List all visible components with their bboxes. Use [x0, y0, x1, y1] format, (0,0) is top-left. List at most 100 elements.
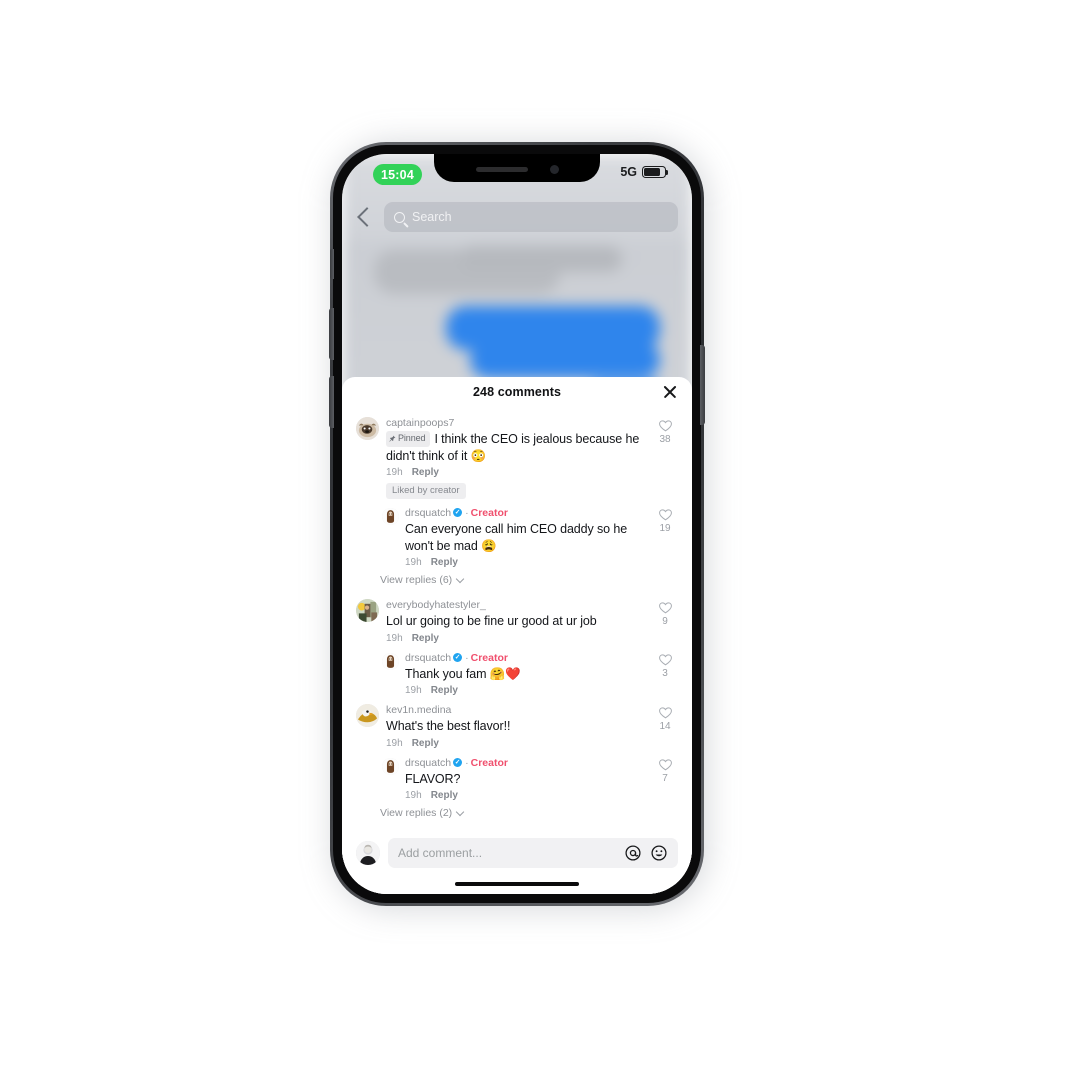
avatar[interactable] [356, 599, 379, 622]
separator-dot: · [465, 756, 469, 769]
comment-username[interactable]: drsquatch ·Creator [405, 651, 648, 666]
like-count: 9 [662, 616, 668, 627]
status-time-recording-pill: 15:04 [373, 164, 422, 185]
heart-icon[interactable] [658, 507, 673, 522]
avatar[interactable] [382, 757, 399, 775]
comments-header: 248 comments [342, 377, 692, 407]
comment-input-placeholder: Add comment... [398, 846, 483, 860]
reply-button[interactable]: Reply [431, 685, 458, 696]
comments-count-title: 248 comments [472, 385, 562, 399]
comment-text: Can everyone call him CEO daddy so he wo… [405, 522, 628, 553]
phone-frame: Search 15:04 5G 248 comments captainpoop… [329, 142, 705, 906]
creator-label: Creator [470, 651, 508, 664]
phone-screen: Search 15:04 5G 248 comments captainpoop… [342, 154, 692, 894]
like-control[interactable]: 9 [652, 600, 678, 627]
separator-dot: · [465, 507, 469, 519]
heart-icon[interactable] [658, 418, 673, 433]
username-text: drsquatch [405, 507, 452, 519]
comment-time: 19h [405, 557, 422, 568]
comment-username[interactable]: everybodyhatestyler_ [386, 598, 648, 613]
avatar[interactable] [356, 417, 379, 440]
reply-button[interactable]: Reply [431, 557, 458, 568]
creator-label: Creator [470, 756, 508, 769]
comment-body: everybodyhatestyler_ Lol ur going to be … [386, 598, 678, 644]
like-control[interactable]: 19 [652, 507, 678, 534]
creator-label: Creator [470, 507, 508, 519]
search-icon [394, 211, 405, 223]
reply-button[interactable]: Reply [412, 738, 439, 749]
comment-text: FLAVOR? [405, 771, 461, 786]
pinned-label: Pinned [398, 433, 426, 443]
volume-up-button[interactable] [329, 308, 334, 360]
verified-badge-icon [453, 508, 463, 517]
comment-item[interactable]: captainpoops7 Pinned I think the CEO is j… [342, 411, 692, 501]
like-count: 7 [662, 772, 668, 784]
heart-icon[interactable] [658, 757, 673, 772]
comment-username[interactable]: captainpoops7 [386, 416, 648, 431]
search-placeholder: Search [412, 210, 452, 224]
background-message-bubble [460, 246, 622, 272]
comments-list[interactable]: captainpoops7 Pinned I think the CEO is j… [342, 407, 692, 830]
comment-username[interactable]: kev1n.medina [386, 703, 648, 718]
like-control[interactable]: 38 [652, 418, 678, 445]
view-replies-button[interactable]: View replies (2) [342, 803, 692, 826]
comment-item[interactable]: everybodyhatestyler_ Lol ur going to be … [342, 593, 692, 646]
liked-by-creator-badge: Liked by creator [386, 483, 466, 499]
comment-reply-item[interactable]: drsquatch ·Creator FLAVOR? 19h Reply [342, 751, 692, 804]
comment-reply-item[interactable]: drsquatch ·Creator Thank you fam 🤗❤️ 19h R… [342, 646, 692, 699]
like-control[interactable]: 7 [652, 757, 678, 784]
comment-time: 19h [405, 685, 422, 696]
close-icon[interactable] [662, 384, 678, 400]
back-chevron-icon[interactable] [357, 207, 377, 227]
comment-body: captainpoops7 Pinned I think the CEO is j… [386, 416, 678, 499]
emoji-smiley-icon[interactable] [650, 844, 668, 862]
power-button[interactable] [700, 345, 705, 425]
comment-time: 19h [386, 632, 403, 644]
comment-body: drsquatch ·Creator Can everyone call him … [405, 506, 678, 568]
username-text: drsquatch [405, 756, 452, 769]
search-input[interactable]: Search [384, 202, 678, 232]
heart-icon[interactable] [658, 600, 673, 615]
comment-username[interactable]: drsquatch ·Creator [405, 506, 648, 521]
earpiece-speaker [475, 166, 528, 172]
like-control[interactable]: 3 [652, 652, 678, 679]
at-mention-icon[interactable] [624, 844, 642, 862]
comment-body: drsquatch ·Creator Thank you fam 🤗❤️ 19h R… [405, 651, 678, 697]
reply-button[interactable]: Reply [412, 467, 439, 478]
view-replies-button[interactable]: View replies (6) [342, 570, 692, 593]
comment-time: 19h [405, 790, 422, 801]
volume-down-button[interactable] [329, 376, 334, 428]
avatar[interactable] [382, 652, 399, 670]
comment-meta: 19h Reply [405, 557, 648, 568]
phone-notch [434, 154, 600, 182]
comment-text: Pinned I think the CEO is jealous because… [386, 431, 648, 464]
comment-item[interactable]: kev1n.medina What's the best flavor!! 19… [342, 698, 692, 751]
pin-icon [389, 433, 396, 446]
background-search-row: Search [342, 200, 692, 234]
reply-button[interactable]: Reply [412, 633, 439, 644]
screenshot-canvas: Search 15:04 5G 248 comments captainpoop… [0, 0, 1080, 1080]
like-control[interactable]: 14 [652, 705, 678, 732]
reply-button[interactable]: Reply [431, 790, 458, 801]
like-count: 38 [659, 434, 671, 445]
heart-icon[interactable] [658, 705, 673, 720]
username-text: drsquatch [405, 651, 452, 664]
avatar[interactable] [356, 841, 380, 865]
battery-icon [642, 166, 669, 178]
front-camera-icon [549, 164, 559, 174]
heart-icon[interactable] [658, 652, 673, 667]
avatar[interactable] [356, 704, 379, 727]
like-count: 14 [659, 721, 671, 732]
chevron-down-icon [455, 574, 465, 583]
silent-switch-button[interactable] [330, 249, 334, 279]
comment-meta: 19h Reply [405, 685, 648, 696]
comment-time: 19h [386, 467, 403, 478]
view-replies-label: View replies (2) [380, 807, 453, 819]
comment-meta: 19h Reply [386, 738, 648, 749]
comment-input[interactable]: Add comment... [388, 838, 678, 868]
home-indicator [342, 874, 692, 894]
avatar[interactable] [382, 508, 399, 525]
comment-reply-item[interactable]: drsquatch ·Creator Can everyone call him … [342, 501, 692, 570]
comment-body: kev1n.medina What's the best flavor!! 19… [386, 703, 678, 749]
comment-username[interactable]: drsquatch ·Creator [405, 756, 648, 771]
